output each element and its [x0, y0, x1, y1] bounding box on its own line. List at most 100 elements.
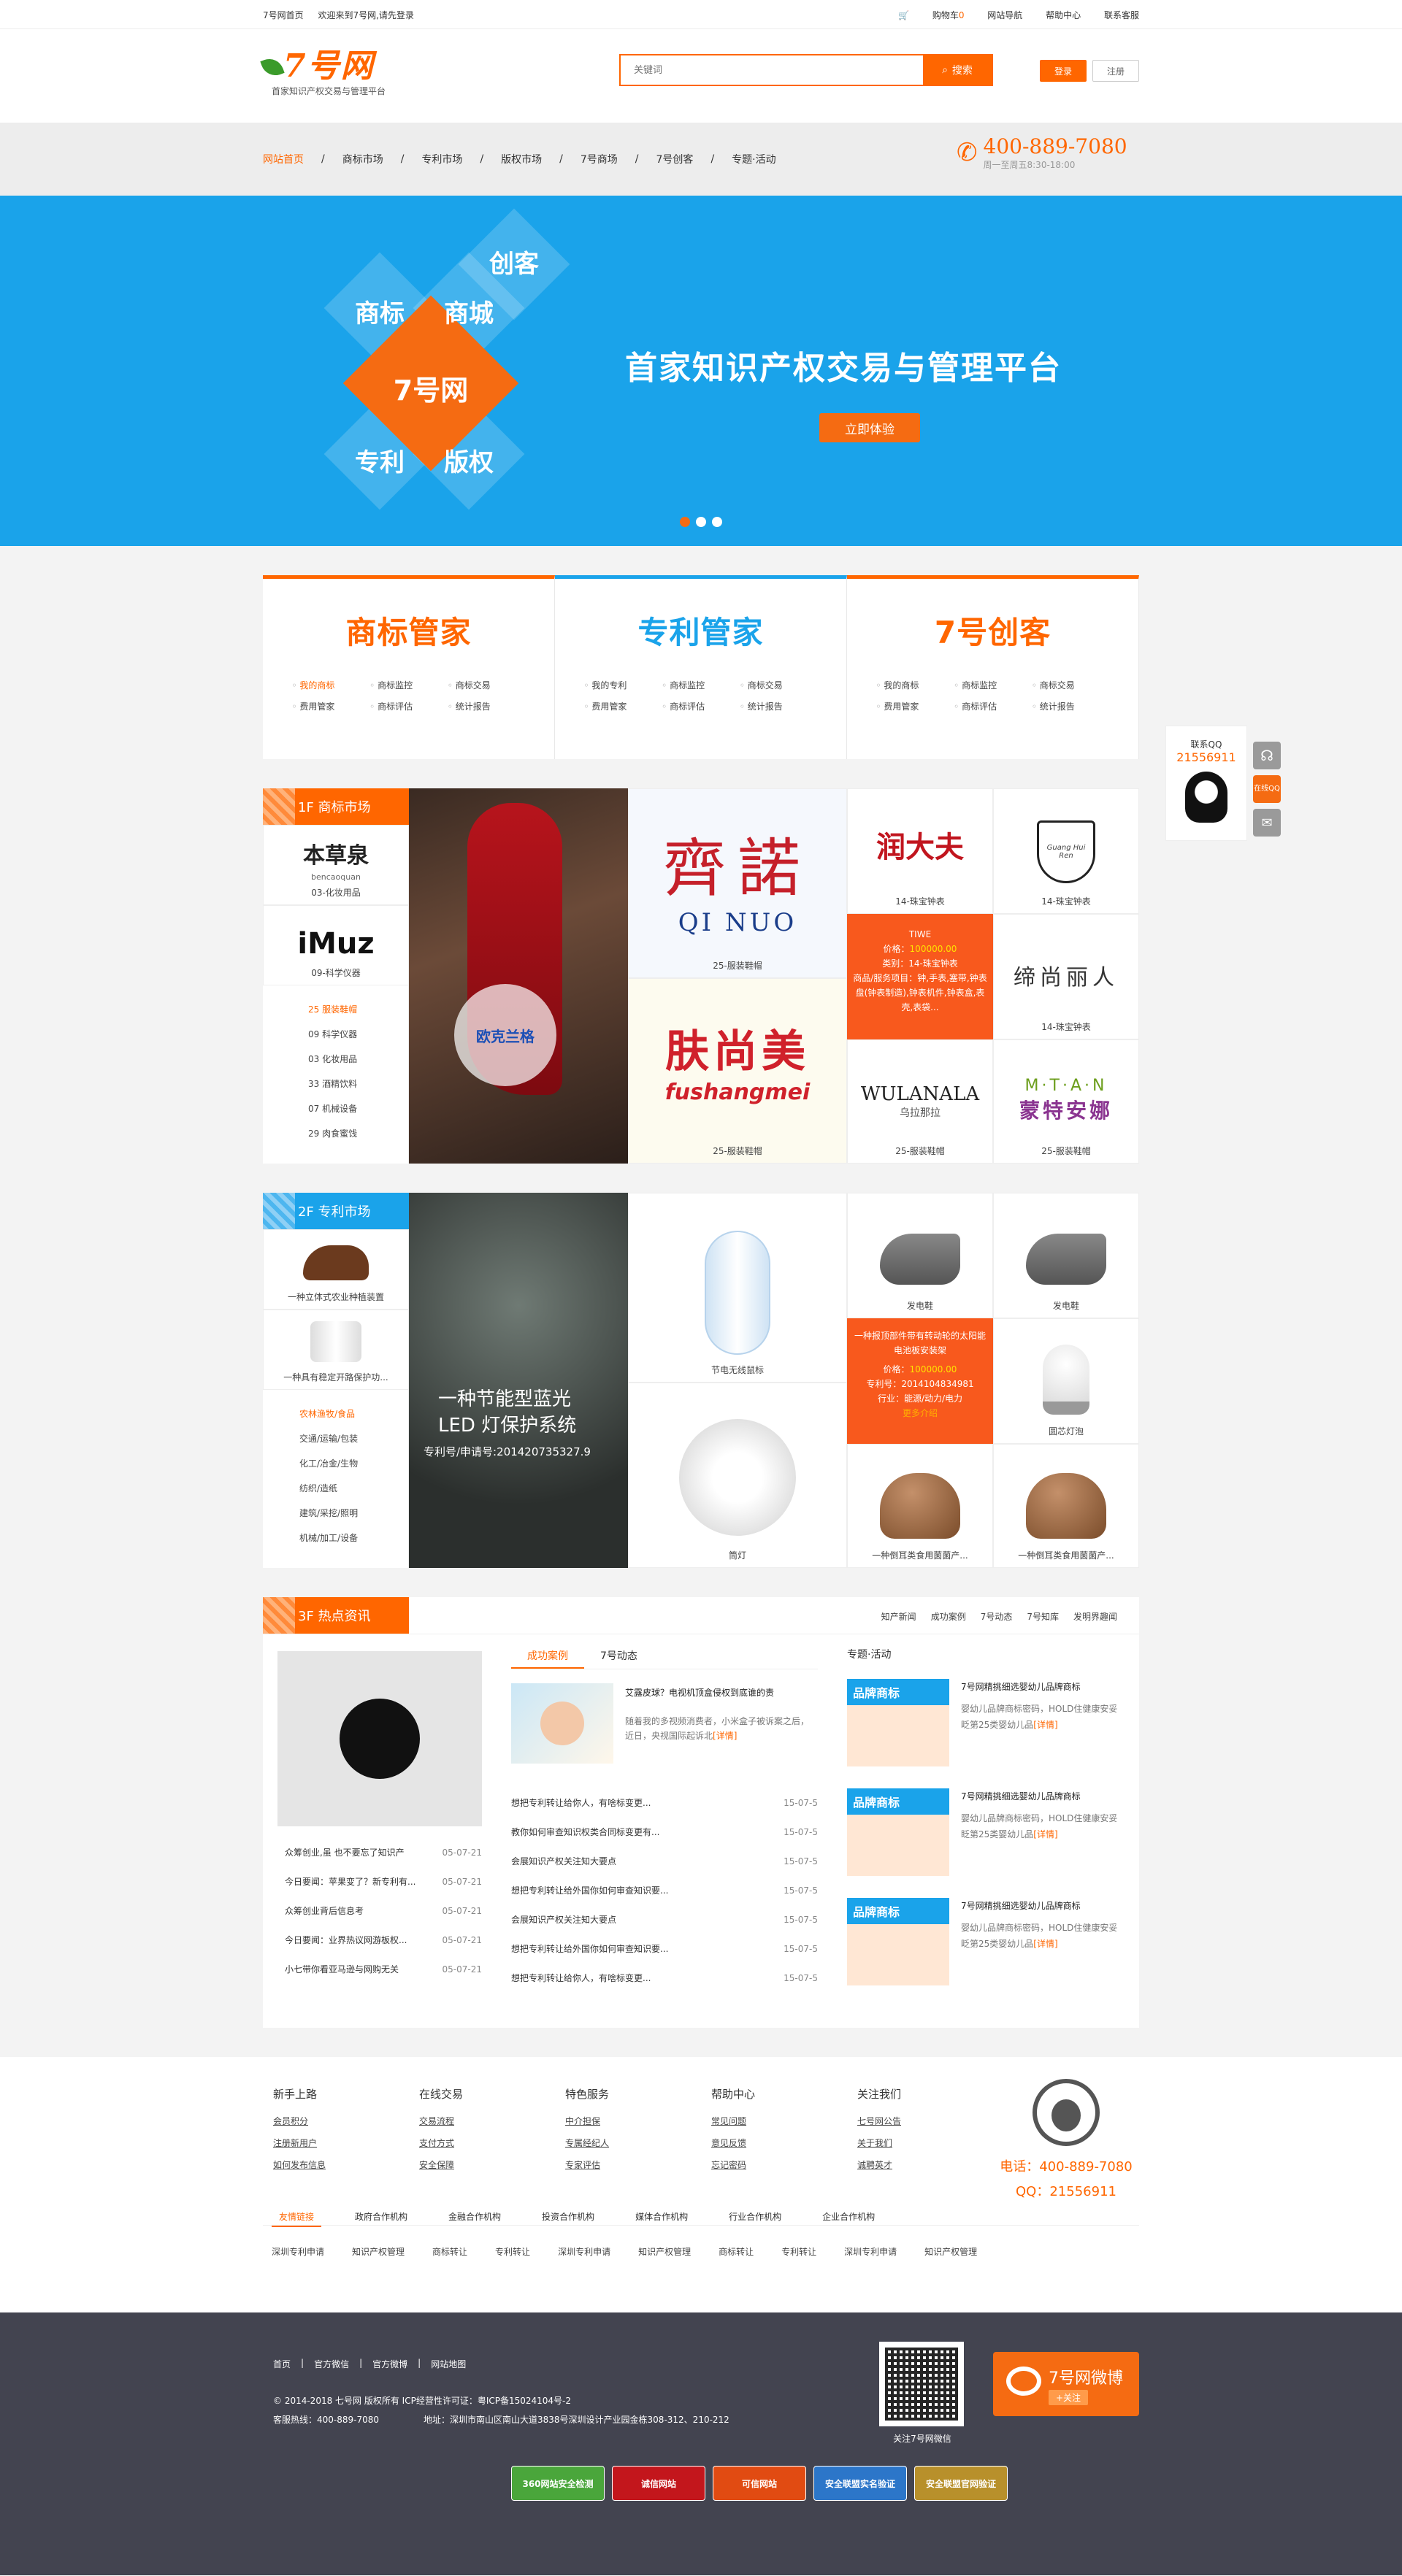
news-tab[interactable]: 7号知库: [1027, 1610, 1059, 1623]
service-link[interactable]: 联系客服: [1104, 10, 1139, 20]
float-qq-panel[interactable]: 联系QQ 21556911: [1165, 726, 1247, 841]
service-link[interactable]: 统计报告: [1032, 700, 1110, 712]
partner-tab[interactable]: 友情链接: [272, 2207, 322, 2227]
footer-link[interactable]: 专属经纪人: [565, 2132, 711, 2154]
partner-tab[interactable]: 政府合作机构: [348, 2207, 415, 2227]
nav-item[interactable]: 7号商场: [581, 152, 618, 166]
category-link[interactable]: 33 酒精饮料: [308, 1072, 357, 1096]
news-row[interactable]: 今日要闻：苹果变了？新专利有... 05-07-21: [285, 1867, 482, 1896]
nav-item[interactable]: 商标市场: [342, 152, 383, 166]
help-link[interactable]: 帮助中心: [1046, 10, 1081, 20]
patent-hover-card[interactable]: 一种报顶部件带有转动轮的太阳能电池板安装架 价格：100000.00 专利号：2…: [847, 1318, 993, 1444]
left-brand-item[interactable]: 本草泉 bencaoquan 03-化妆用品: [263, 825, 409, 905]
carousel-dot[interactable]: [680, 517, 690, 527]
service-link[interactable]: 商标监控: [954, 679, 1032, 691]
partner-link[interactable]: 商标转让: [719, 2245, 754, 2258]
nav-item[interactable]: 版权市场: [501, 152, 542, 166]
footer-link[interactable]: 关于我们: [857, 2132, 1003, 2154]
banner-cta-button[interactable]: 立即体验: [819, 413, 920, 442]
footer-link[interactable]: 中介担保: [565, 2110, 711, 2132]
service-link[interactable]: 商标评估: [954, 700, 1032, 712]
category-link[interactable]: 29 肉食蜜饯: [308, 1121, 357, 1146]
topic-more-link[interactable]: [详情]: [1033, 1829, 1057, 1839]
online-qq-button[interactable]: 在线QQ: [1253, 775, 1281, 803]
tab-success[interactable]: 成功案例: [511, 1644, 584, 1669]
service-link[interactable]: 商标交易: [1032, 679, 1110, 691]
carousel-dot[interactable]: [696, 517, 706, 527]
partner-link[interactable]: 知识产权管理: [638, 2245, 691, 2258]
partner-link[interactable]: 知识产权管理: [924, 2245, 977, 2258]
footer-link[interactable]: 诚聘英才: [857, 2154, 1003, 2176]
news-tab[interactable]: 发明界趣闻: [1073, 1610, 1117, 1623]
footer-link[interactable]: 安全保障: [419, 2154, 565, 2176]
logo[interactable]: 7号网 首家知识产权交易与管理平台: [260, 39, 386, 97]
partner-tab[interactable]: 行业合作机构: [721, 2207, 789, 2227]
brand-cell[interactable]: 缔尚丽人 14-珠宝钟表: [993, 914, 1139, 1039]
patent-cell[interactable]: 发电鞋: [993, 1193, 1139, 1318]
feature-more-link[interactable]: [详情]: [713, 1731, 737, 1741]
nav-item[interactable]: 7号创客: [656, 152, 694, 166]
topic-item[interactable]: 品牌商标 7号网精挑细选婴幼儿品牌商标 婴幼儿品牌商标密码，HOLD住健康安妥眨第2…: [847, 1679, 1125, 1788]
nav-item[interactable]: 专题·活动: [732, 152, 775, 166]
category-link[interactable]: 交通/运输/包装: [299, 1426, 358, 1451]
welcome-text[interactable]: 欢迎来到7号网,请先登录: [318, 10, 413, 20]
footer-link[interactable]: 常见问题: [711, 2110, 857, 2132]
partner-tab[interactable]: 投资合作机构: [535, 2207, 602, 2227]
headset-icon[interactable]: ☊: [1253, 742, 1281, 769]
brand-cell[interactable]: 润大夫 14-珠宝钟表: [847, 788, 993, 914]
bottom-link[interactable]: 官方微博: [372, 2358, 407, 2370]
news-row[interactable]: 想把专利转让给外国你如何审查知识要... 15-07-5: [511, 1876, 818, 1905]
hover-more-link[interactable]: 更多介绍: [853, 1406, 987, 1420]
brand-hover-card[interactable]: TIWE 价格：100000.00 类别：14-珠宝钟表 商品/服务项目：钟,手…: [847, 914, 993, 1039]
trust-badge[interactable]: 安全联盟官网验证: [914, 2466, 1008, 2501]
news-row[interactable]: 想把专利转让给你人，有啥标变更... 15-07-5: [511, 1788, 818, 1818]
tile-mall[interactable]: 商城: [418, 293, 520, 329]
category-link[interactable]: 农林渔牧/食品: [299, 1402, 358, 1426]
footer-link[interactable]: 忘记密码: [711, 2154, 857, 2176]
service-link[interactable]: 我的商标: [292, 679, 370, 691]
footer-link[interactable]: 七号网公告: [857, 2110, 1003, 2132]
bottom-link[interactable]: 网站地图: [431, 2358, 466, 2370]
partner-link[interactable]: 深圳专利申请: [558, 2245, 610, 2258]
news-row[interactable]: 会展知识产权关注知大要点 15-07-5: [511, 1905, 818, 1934]
service-link[interactable]: 商标交易: [740, 679, 818, 691]
news-row[interactable]: 会展知识产权关注知大要点 15-07-5: [511, 1847, 818, 1876]
partner-link[interactable]: 商标转让: [432, 2245, 467, 2258]
category-link[interactable]: 化工/冶金/生物: [299, 1451, 358, 1476]
register-button[interactable]: 注册: [1092, 60, 1139, 82]
news-tab[interactable]: 知产新闻: [881, 1610, 916, 1623]
wechat-icon[interactable]: ✉: [1253, 809, 1281, 837]
news-row[interactable]: 教你如何审查知识权类合同标变更有... 15-07-5: [511, 1818, 818, 1847]
bottom-link[interactable]: 首页: [273, 2358, 291, 2370]
partner-link[interactable]: 专利转让: [781, 2245, 816, 2258]
news-row[interactable]: 小七带你看亚马逊与网购无关 05-07-21: [285, 1955, 482, 1984]
service-link[interactable]: 商标评估: [369, 700, 448, 712]
search-button[interactable]: ⌕ 搜索: [923, 55, 992, 85]
service-link[interactable]: 费用管家: [584, 700, 662, 712]
tile-patent[interactable]: 专利: [329, 442, 431, 478]
service-link[interactable]: 费用管家: [292, 700, 370, 712]
news-row[interactable]: 众筹创业,虽 也不要忘了知识产 05-07-21: [285, 1838, 482, 1867]
category-link[interactable]: 25 服装鞋帽: [308, 997, 357, 1022]
service-link[interactable]: 我的专利: [584, 679, 662, 691]
patent-cell[interactable]: 一种倒耳类食用菌菌产...: [847, 1444, 993, 1568]
service-title[interactable]: 商标管家: [263, 608, 554, 653]
floor1-feature-image[interactable]: 欧克兰格: [409, 788, 628, 1164]
left-patent-item[interactable]: 一种立体式农业种植装置: [263, 1229, 409, 1310]
feature-thumb[interactable]: [511, 1683, 613, 1764]
service-link[interactable]: 商标评估: [662, 700, 740, 712]
service-link[interactable]: 商标监控: [662, 679, 740, 691]
trust-badge[interactable]: 360网站安全检测: [511, 2466, 605, 2501]
footer-link[interactable]: 注册新用户: [273, 2132, 419, 2154]
news-row[interactable]: 想把专利转让给外国你如何审查知识要... 15-07-5: [511, 1934, 818, 1964]
patent-cell[interactable]: 节电无线鼠标: [628, 1193, 847, 1383]
weibo-follow-button[interactable]: +关注: [1049, 2390, 1089, 2405]
tile-trademark[interactable]: 商标: [329, 293, 431, 329]
weibo-card[interactable]: 7号网微博 +关注: [993, 2352, 1139, 2416]
partner-tab[interactable]: 金融合作机构: [441, 2207, 508, 2227]
news-row[interactable]: 众筹创业背后信息考 05-07-21: [285, 1896, 482, 1926]
service-title[interactable]: 专利管家: [555, 608, 846, 653]
brand-cell[interactable]: 肤尚美 fushangmei 25-服装鞋帽: [628, 978, 847, 1164]
topic-more-link[interactable]: [详情]: [1033, 1939, 1057, 1949]
category-link[interactable]: 纺织/造纸: [299, 1476, 358, 1501]
